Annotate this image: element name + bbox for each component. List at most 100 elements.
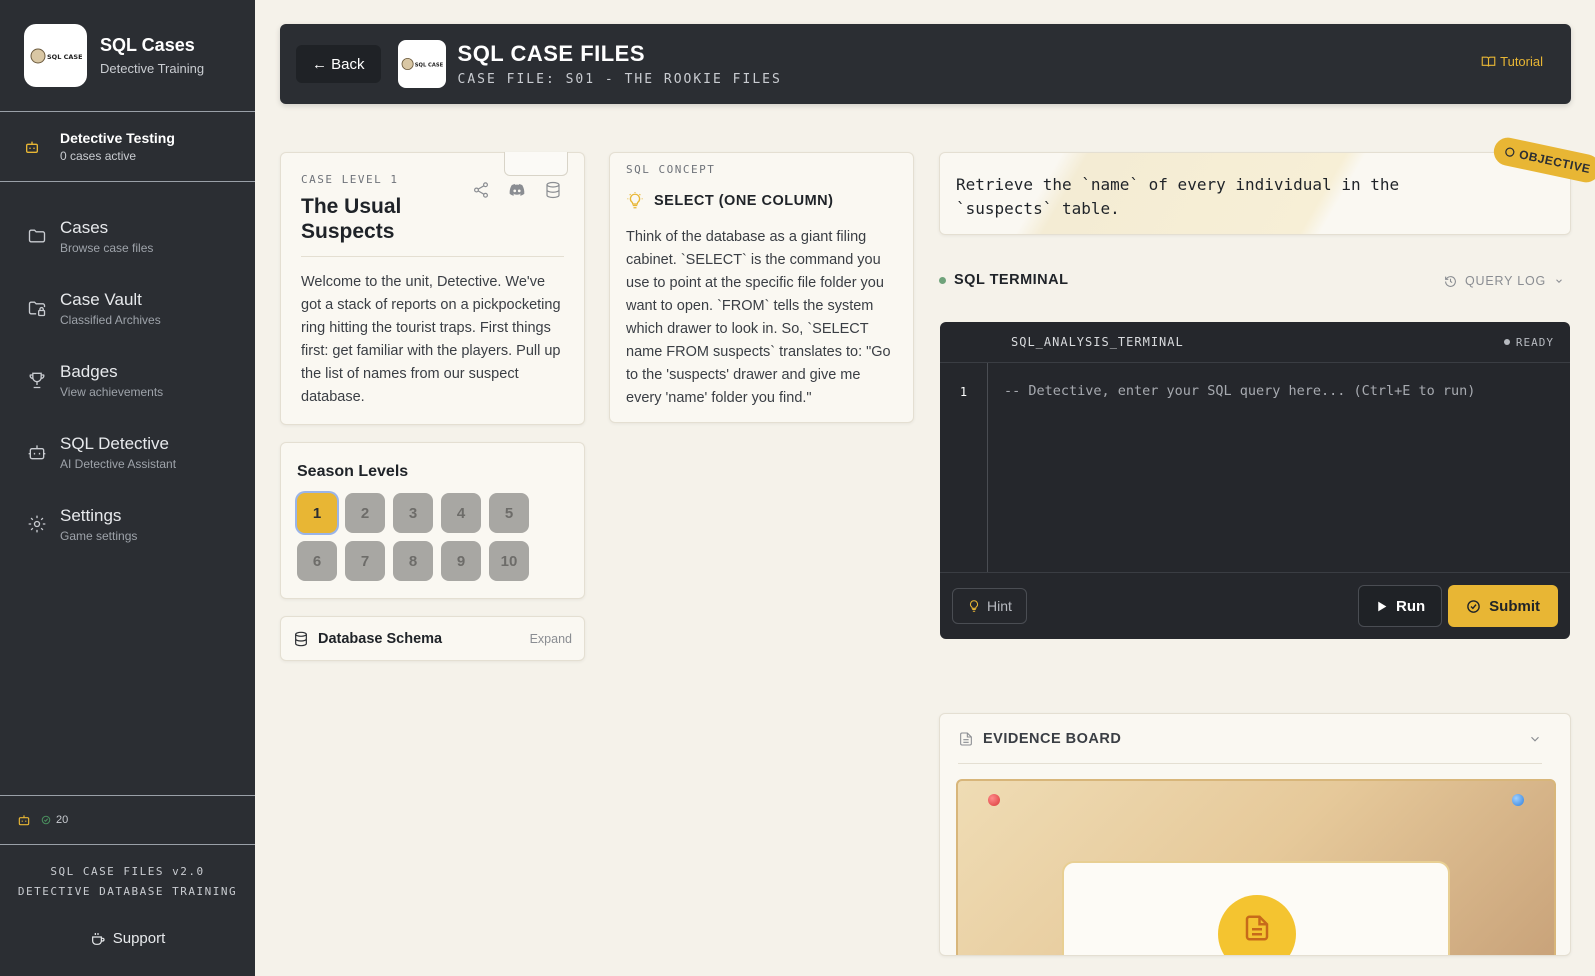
concept-body: Think of the database as a giant filing … bbox=[626, 229, 891, 406]
level-button[interactable]: 5 bbox=[489, 493, 529, 533]
trophy-icon bbox=[29, 372, 45, 389]
submit-button[interactable]: Submit bbox=[1448, 585, 1558, 627]
database-icon[interactable] bbox=[544, 181, 562, 199]
sidebar-item-cases[interactable]: Cases Browse case files bbox=[0, 200, 255, 272]
user-status: 0 cases active bbox=[60, 149, 137, 163]
lightbulb-icon bbox=[969, 600, 979, 612]
bot-icon bbox=[26, 141, 38, 153]
sidebar-item-label: Cases bbox=[60, 217, 109, 237]
level-button[interactable]: 3 bbox=[393, 493, 433, 533]
sidebar: SQL CASE FILES SQL Cases Detective Train… bbox=[0, 0, 255, 976]
levels-title: Season Levels bbox=[297, 463, 409, 480]
run-label: Run bbox=[1395, 597, 1426, 615]
evidence-board-card: EVIDENCE BOARD bbox=[939, 713, 1571, 956]
version-text: SQL CASE FILES v2.0 bbox=[50, 865, 205, 878]
bot-icon bbox=[18, 815, 30, 826]
schema-expand-button[interactable]: Expand bbox=[530, 632, 572, 646]
sql-terminal-heading: SQL TERMINAL bbox=[939, 272, 1068, 288]
level-button[interactable]: 1 bbox=[297, 493, 337, 533]
sidebar-footer: SQL CASE FILES v2.0 DETECTIVE DATABASE T… bbox=[0, 862, 255, 902]
sidebar-item-settings[interactable]: Settings Game settings bbox=[0, 488, 255, 560]
database-icon bbox=[295, 631, 307, 646]
sidebar-item-badges[interactable]: Badges View achievements bbox=[0, 344, 255, 416]
sql-query-input[interactable] bbox=[988, 363, 1570, 572]
brand-header[interactable]: SQL CASE FILES SQL Cases Detective Train… bbox=[0, 0, 255, 112]
user-profile[interactable]: Detective Testing 0 cases active bbox=[0, 112, 255, 182]
blue-pin-icon bbox=[1512, 794, 1524, 806]
case-header: ← Back SQL CASE FILES SQL CASE FILES CAS… bbox=[280, 24, 1571, 104]
play-icon bbox=[1378, 601, 1387, 611]
evidence-board-header[interactable]: EVIDENCE BOARD bbox=[958, 714, 1542, 764]
red-pin-icon bbox=[988, 794, 1000, 806]
points-count: 20 bbox=[56, 814, 69, 826]
evidence-file-badge bbox=[1218, 895, 1296, 955]
level-button[interactable]: 8 bbox=[393, 541, 433, 581]
support-button[interactable]: Support bbox=[0, 930, 255, 947]
terminal-actions: Hint Run Submit bbox=[940, 572, 1570, 639]
run-button[interactable]: Run bbox=[1357, 585, 1443, 627]
terminal-status-label: READY bbox=[1515, 335, 1554, 349]
level-button[interactable]: 4 bbox=[441, 493, 481, 533]
support-label: Support bbox=[112, 930, 166, 947]
terminal-label: SQL TERMINAL bbox=[954, 272, 1069, 288]
page-subtitle: CASE FILE: S01 - THE ROOKIE FILES bbox=[457, 72, 782, 87]
tutorial-link[interactable]: Tutorial bbox=[1481, 54, 1543, 69]
level-button[interactable]: 7 bbox=[345, 541, 385, 581]
schema-label: Database Schema bbox=[318, 630, 443, 647]
line-number: 1 bbox=[940, 363, 988, 572]
sidebar-item-sub: View achievements bbox=[60, 384, 164, 399]
case-title: The Usual Suspects bbox=[301, 195, 402, 243]
level-button[interactable]: 10 bbox=[489, 541, 529, 581]
season-levels-card: Season Levels 1 2 3 4 5 6 7 8 9 10 bbox=[280, 442, 585, 599]
sql-editor: 1 bbox=[940, 363, 1570, 572]
objective-text: Retrieve the `name` of every individual … bbox=[956, 175, 1400, 218]
terminal-status: READY bbox=[1503, 335, 1554, 349]
database-schema-toggle[interactable]: Database Schema Expand bbox=[280, 616, 585, 661]
target-icon bbox=[1504, 147, 1515, 157]
evidence-board-label: EVIDENCE BOARD bbox=[983, 730, 1122, 747]
sidebar-item-label: Settings bbox=[60, 505, 122, 525]
cork-board bbox=[956, 779, 1556, 955]
check-circle-icon bbox=[1467, 599, 1480, 613]
sidebar-item-sub: AI Detective Assistant bbox=[60, 456, 177, 471]
sidebar-item-sub: Game settings bbox=[60, 528, 138, 543]
sidebar-item-sql-detective[interactable]: SQL Detective AI Detective Assistant bbox=[0, 416, 255, 488]
history-icon bbox=[1445, 275, 1456, 287]
brand-logo: SQL CASE FILES bbox=[24, 24, 87, 87]
gear-icon bbox=[28, 515, 46, 533]
sql-concept-card: SQL CONCEPT SELECT (ONE COLUMN) Think of… bbox=[609, 152, 914, 423]
level-button[interactable]: 9 bbox=[441, 541, 481, 581]
hint-button[interactable]: Hint bbox=[952, 588, 1027, 624]
svg-text:SQL CASE FILES: SQL CASE FILES bbox=[414, 62, 442, 68]
case-logo: SQL CASE FILES bbox=[397, 40, 446, 88]
share-icon[interactable] bbox=[472, 181, 490, 199]
status-dot bbox=[1503, 339, 1510, 345]
coffee-icon bbox=[91, 932, 105, 945]
hint-label: Hint bbox=[987, 598, 1012, 614]
folder-lock-icon bbox=[28, 301, 46, 317]
terminal-title: SQL_ANALYSIS_TERMINAL bbox=[1011, 335, 1184, 349]
level-grid: 1 2 3 4 5 6 7 8 9 10 bbox=[297, 493, 568, 581]
query-log-label: QUERY LOG bbox=[1465, 274, 1547, 288]
case-briefing: Welcome to the unit, Detective. We've go… bbox=[301, 256, 564, 409]
back-button[interactable]: ← Back bbox=[296, 45, 381, 83]
svg-text:SQL CASE FILES: SQL CASE FILES bbox=[47, 53, 82, 61]
chevron-down-icon bbox=[1556, 279, 1562, 283]
level-button[interactable]: 2 bbox=[345, 493, 385, 533]
case-card: CASE LEVEL 1 The Usual Suspects Welcome … bbox=[280, 152, 585, 425]
concept-eyebrow: SQL CONCEPT bbox=[626, 163, 716, 176]
brand-title: SQL Cases bbox=[100, 35, 195, 55]
sidebar-item-label: Badges bbox=[60, 361, 118, 381]
level-button[interactable]: 6 bbox=[297, 541, 337, 581]
sidebar-item-case-vault[interactable]: Case Vault Classified Archives bbox=[0, 272, 255, 344]
tagline-text: DETECTIVE DATABASE TRAINING bbox=[17, 885, 238, 898]
terminal-header: SQL_ANALYSIS_TERMINAL READY bbox=[940, 322, 1570, 363]
tutorial-label: Tutorial bbox=[1500, 54, 1543, 69]
logo-badge-icon: SQL CASE FILES bbox=[30, 48, 82, 63]
query-log-toggle[interactable]: QUERY LOG bbox=[1444, 274, 1564, 288]
submit-label: Submit bbox=[1489, 597, 1540, 615]
sidebar-item-label: Case Vault bbox=[60, 289, 142, 309]
evidence-paper bbox=[1062, 861, 1450, 955]
chevron-down-icon[interactable] bbox=[1528, 732, 1542, 746]
discord-icon[interactable] bbox=[508, 181, 526, 199]
